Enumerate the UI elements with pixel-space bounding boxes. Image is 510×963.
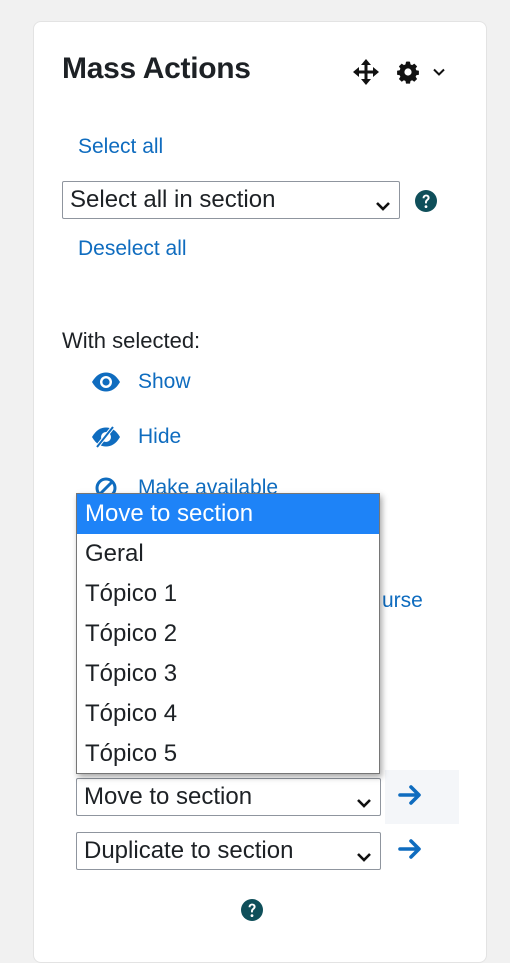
select-all-link[interactable]: Select all bbox=[78, 135, 163, 159]
block-header-controls bbox=[352, 58, 446, 86]
help-icon[interactable] bbox=[414, 189, 438, 218]
section-select-value: Select all in section bbox=[70, 186, 276, 213]
block-title: Mass Actions bbox=[62, 52, 251, 85]
duplicate-to-section-select[interactable]: Duplicate to section bbox=[76, 832, 381, 870]
move-to-section-select[interactable]: Move to section bbox=[76, 778, 381, 816]
eye-slash-icon bbox=[88, 426, 124, 448]
section-select[interactable]: Select all in section bbox=[62, 181, 400, 219]
duplicate-go-arrow-icon[interactable] bbox=[398, 837, 424, 866]
move-select-value: Move to section bbox=[84, 783, 253, 810]
move-icon[interactable] bbox=[352, 58, 380, 86]
gear-icon[interactable] bbox=[396, 60, 420, 84]
move-to-section-dropdown-list: Move to section Geral Tópico 1 Tópico 2 … bbox=[76, 493, 380, 774]
move-go-arrow-icon[interactable] bbox=[398, 783, 424, 812]
action-course-partial[interactable]: urse bbox=[382, 589, 423, 613]
help-icon[interactable] bbox=[240, 898, 264, 927]
with-selected-label: With selected: bbox=[62, 328, 201, 353]
action-show[interactable]: Show bbox=[88, 370, 191, 394]
action-hide-label: Hide bbox=[138, 425, 182, 448]
chevron-down-icon[interactable] bbox=[432, 65, 446, 79]
action-hide[interactable]: Hide bbox=[88, 425, 181, 449]
dropdown-option[interactable]: Tópico 4 bbox=[77, 694, 379, 734]
chevron-down-icon bbox=[356, 844, 372, 872]
chevron-down-icon bbox=[356, 790, 372, 818]
dropdown-option[interactable]: Tópico 2 bbox=[77, 614, 379, 654]
action-show-label: Show bbox=[138, 370, 191, 393]
deselect-all-link[interactable]: Deselect all bbox=[78, 237, 187, 261]
chevron-down-icon bbox=[375, 193, 391, 221]
duplicate-select-value: Duplicate to section bbox=[84, 837, 294, 864]
dropdown-option[interactable]: Move to section bbox=[77, 494, 379, 534]
dropdown-option[interactable]: Geral bbox=[77, 534, 379, 574]
eye-icon bbox=[88, 371, 124, 393]
dropdown-option[interactable]: Tópico 5 bbox=[77, 734, 379, 774]
dropdown-option[interactable]: Tópico 3 bbox=[77, 654, 379, 694]
dropdown-option[interactable]: Tópico 1 bbox=[77, 574, 379, 614]
